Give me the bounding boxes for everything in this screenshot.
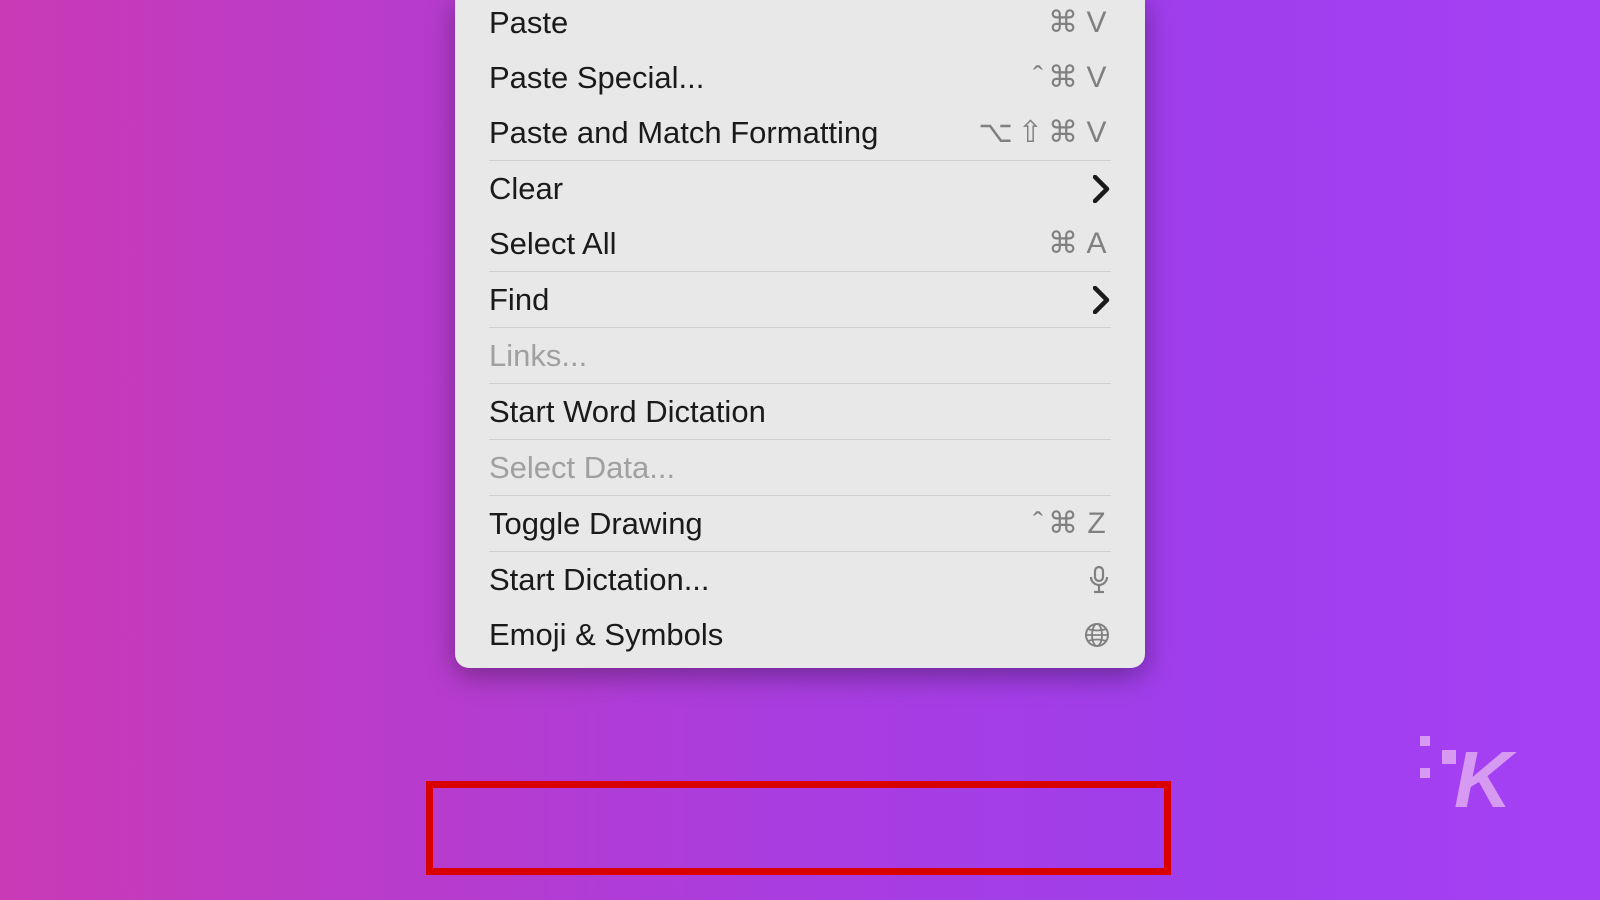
menu-item-label: Select All (489, 226, 617, 262)
menu-item-emoji-symbols[interactable]: Emoji & Symbols (455, 607, 1145, 662)
chevron-right-icon (1093, 175, 1111, 203)
menu-item-links: Links... (455, 328, 1145, 383)
shortcut-text: ˆ⌘V (1033, 60, 1111, 95)
menu-item-label: Start Dictation... (489, 562, 710, 598)
menu-item-label: Links... (489, 338, 587, 374)
shortcut-text: ⌘V (1048, 5, 1111, 40)
menu-item-label: Start Word Dictation (489, 394, 766, 430)
menu-item-select-data: Select Data... (455, 440, 1145, 495)
shortcut-text: ˆ⌘Z (1033, 506, 1111, 541)
menu-item-select-all[interactable]: Select All ⌘A (455, 216, 1145, 271)
microphone-icon (1087, 565, 1111, 595)
menu-item-paste-special[interactable]: Paste Special... ˆ⌘V (455, 50, 1145, 105)
menu-item-find[interactable]: Find (455, 272, 1145, 327)
globe-icon (1083, 621, 1111, 649)
menu-item-label: Select Data... (489, 450, 675, 486)
menu-item-label: Toggle Drawing (489, 506, 703, 542)
watermark-logo: K (1420, 730, 1540, 820)
highlight-annotation (426, 781, 1171, 875)
menu-item-clear[interactable]: Clear (455, 161, 1145, 216)
menu-item-toggle-drawing[interactable]: Toggle Drawing ˆ⌘Z (455, 496, 1145, 551)
menu-item-start-word-dictation[interactable]: Start Word Dictation (455, 384, 1145, 439)
menu-item-paste-match-formatting[interactable]: Paste and Match Formatting ⌥⇧⌘V (455, 105, 1145, 160)
menu-item-label: Emoji & Symbols (489, 617, 723, 653)
menu-item-start-dictation[interactable]: Start Dictation... (455, 552, 1145, 607)
shortcut-text: ⌥⇧⌘V (978, 115, 1111, 150)
menu-item-label: Find (489, 282, 549, 318)
shortcut-text: ⌘A (1048, 226, 1111, 261)
menu-item-label: Paste and Match Formatting (489, 115, 878, 151)
menu-item-label: Clear (489, 171, 563, 207)
chevron-right-icon (1093, 286, 1111, 314)
menu-item-label: Paste (489, 5, 568, 41)
context-menu: Paste ⌘V Paste Special... ˆ⌘V Paste and … (455, 0, 1145, 668)
menu-item-label: Paste Special... (489, 60, 704, 96)
menu-item-paste[interactable]: Paste ⌘V (455, 0, 1145, 50)
